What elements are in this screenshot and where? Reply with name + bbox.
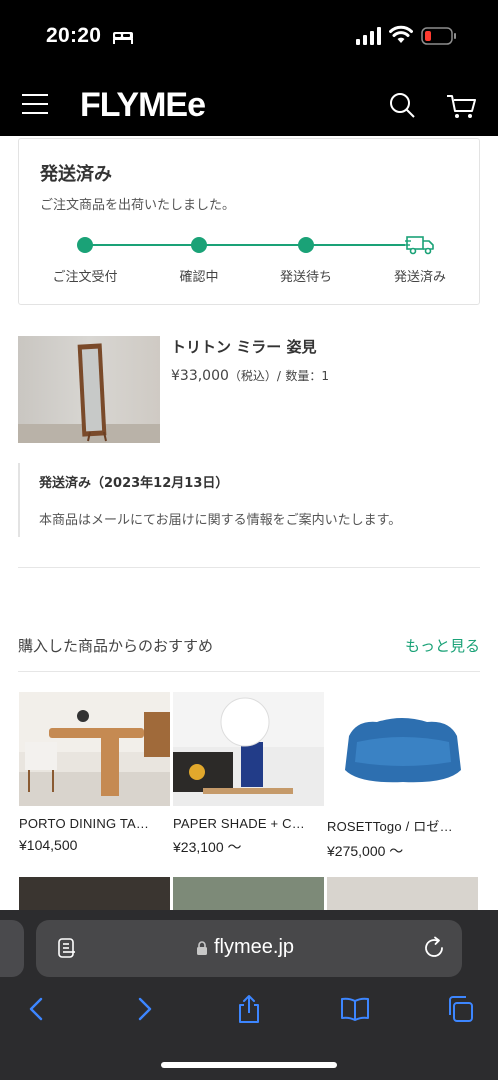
step-label-confirming: 確認中 (179, 270, 219, 285)
flymee-logo[interactable]: FLYMEe (80, 86, 206, 125)
cellular-signal-icon (356, 27, 381, 45)
tabs-icon[interactable] (445, 994, 475, 1024)
sleep-bed-icon (113, 32, 133, 44)
section-divider (18, 567, 480, 568)
recommendation-item[interactable]: ROSETTogo / ロゼ… ¥275,000 〜 (327, 692, 478, 861)
recommendation-image[interactable] (173, 692, 324, 806)
bookmarks-icon[interactable] (340, 994, 370, 1024)
forward-icon[interactable] (129, 994, 159, 1024)
recommendation-name[interactable]: PORTO DINING TA… (19, 816, 170, 831)
reload-icon[interactable] (422, 936, 446, 960)
product-price-line: ¥33,000（税込）/ 数量：1 (171, 367, 329, 384)
order-status-title: 発送済み (40, 164, 112, 185)
cart-icon[interactable] (446, 93, 476, 119)
shipping-notice-title: 発送済み（2023年12月13日） (39, 476, 229, 491)
recommendation-item[interactable]: PAPER SHADE + C… ¥23,100 〜 (173, 692, 324, 857)
reader-view-icon[interactable] (56, 937, 78, 959)
see-more-link[interactable]: もっと見る (405, 635, 480, 656)
home-indicator[interactable] (161, 1062, 337, 1068)
search-icon[interactable] (388, 91, 416, 119)
progress-line (85, 244, 407, 246)
recommendations-divider (18, 671, 480, 672)
browser-toolbar: flymee.jp (0, 910, 498, 1080)
recommendation-name[interactable]: ROSETTogo / ロゼ… (327, 816, 478, 835)
hamburger-menu-icon[interactable] (22, 94, 48, 116)
lock-icon (197, 941, 207, 955)
recommendation-price: ¥275,000 〜 (327, 843, 404, 859)
order-status-description: ご注文商品を出荷いたしました。 (40, 198, 236, 213)
status-bar: 20:20 (0, 0, 498, 76)
app-header: FLYMEe (0, 76, 498, 136)
recommendation-image[interactable] (19, 692, 170, 806)
battery-low-icon (421, 27, 456, 45)
step-dot-awaiting-shipment (298, 237, 314, 253)
recommendation-name[interactable]: PAPER SHADE + C… (173, 816, 324, 831)
url-text[interactable]: flymee.jp (214, 936, 294, 959)
recommendation-item[interactable]: PORTO DINING TA… ¥104,500 (19, 692, 170, 853)
product-price: ¥33,000 (171, 368, 229, 384)
product-quantity: 数量：1 (285, 369, 330, 383)
share-icon[interactable] (234, 994, 264, 1024)
product-name[interactable]: トリトン ミラー 姿見 (171, 336, 316, 357)
truck-icon (405, 233, 435, 257)
shipping-notice: 発送済み（2023年12月13日） 本商品はメールにてお届けに関する情報をご案内… (18, 463, 458, 537)
status-time: 20:20 (46, 24, 102, 47)
order-status-card: 発送済み ご注文商品を出荷いたしました。 ご注文受付 確認中 発送待ち 発送済み (18, 138, 480, 305)
shipping-notice-body: 本商品はメールにてお届けに関する情報をご案内いたします。 (39, 513, 402, 528)
recommendation-image[interactable] (327, 692, 478, 806)
back-icon[interactable] (22, 994, 52, 1024)
step-label-awaiting-shipment: 発送待ち (279, 270, 332, 285)
recommendations-heading: 購入した商品からのおすすめ (18, 637, 214, 655)
previous-tab-peek[interactable] (0, 920, 24, 977)
step-dot-confirming (191, 237, 207, 253)
address-bar[interactable]: flymee.jp (36, 920, 462, 977)
wifi-icon (389, 25, 413, 43)
step-label-ordered: ご注文受付 (52, 270, 118, 285)
step-label-shipped: 発送済み (393, 270, 446, 285)
step-dot-ordered (77, 237, 93, 253)
product-tax-label: （税込）/ (228, 369, 281, 383)
recommendation-price: ¥104,500 (19, 837, 78, 853)
recommendation-price: ¥23,100 〜 (173, 839, 242, 855)
product-image[interactable] (18, 336, 160, 443)
